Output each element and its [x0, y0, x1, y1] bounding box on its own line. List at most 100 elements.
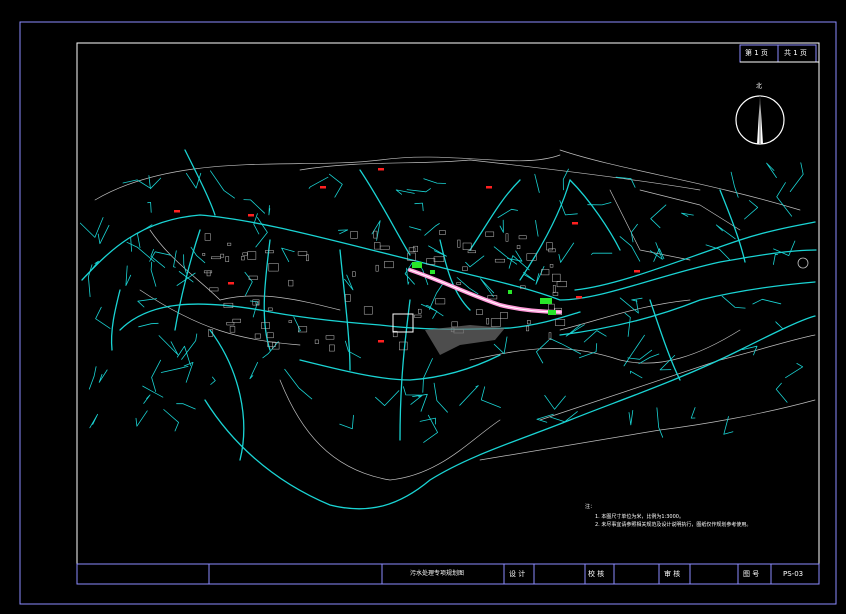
pipe-branch — [623, 334, 645, 367]
road-line — [469, 329, 741, 364]
building-outline — [516, 245, 521, 249]
pipe-line — [209, 329, 245, 461]
pipe-branch — [523, 271, 535, 281]
pipe-branch — [752, 298, 782, 305]
building-outline — [314, 339, 319, 344]
pipe-branch — [422, 358, 433, 393]
pipe-branch — [138, 322, 159, 328]
pipe-branch — [210, 170, 235, 199]
inner-frame — [76, 42, 820, 585]
zone-label-mark — [320, 186, 326, 189]
roundabout-marker — [797, 257, 809, 269]
pipe-branch — [534, 173, 540, 193]
zone-label-mark — [378, 168, 384, 171]
zone-label-mark — [576, 296, 582, 299]
building-outline — [490, 318, 501, 327]
north-label: 北 — [756, 83, 763, 90]
pipe-line — [439, 239, 471, 311]
pipe-branch — [137, 298, 158, 308]
building-outline — [486, 318, 490, 325]
pipe-branch — [433, 382, 448, 413]
pipe-branch — [345, 340, 361, 359]
building-outline — [220, 253, 225, 258]
pipe-branch — [535, 266, 545, 285]
plant-location-box — [392, 313, 414, 333]
facility-marker — [540, 298, 552, 304]
building-outline — [408, 247, 416, 252]
drawing-title: 污水处理专项规划图 — [410, 570, 465, 577]
pipe-branch — [142, 385, 164, 398]
building-outline — [211, 256, 221, 260]
building-outline — [352, 271, 356, 277]
pipe-branch — [480, 278, 495, 298]
pipe-line — [359, 169, 411, 256]
zone-label-mark — [378, 340, 384, 343]
pipe-branch — [785, 363, 804, 379]
building-outline — [467, 250, 476, 254]
pipe-branch — [98, 369, 108, 383]
building-outline — [555, 319, 566, 326]
pipe-branch — [406, 188, 431, 193]
pipe-branch — [508, 255, 530, 271]
treatment-plant-area — [425, 325, 505, 355]
pipe-branch — [344, 274, 354, 291]
pipe-branch — [293, 316, 301, 332]
pipe-branch — [375, 390, 400, 406]
building-outline — [556, 281, 567, 288]
zone-label-mark — [634, 270, 640, 273]
building-outline — [413, 245, 418, 252]
building-outline — [552, 285, 556, 293]
pipe-branch — [329, 173, 343, 198]
page-number-label: 第 1 页 — [745, 49, 768, 57]
pipe-branch — [163, 409, 179, 432]
building-outline — [227, 242, 232, 246]
pipe-line — [469, 179, 521, 251]
road-line — [219, 295, 341, 311]
pipe-line — [184, 149, 216, 216]
building-outline — [414, 314, 422, 318]
road-line — [299, 159, 701, 191]
pipe-line — [174, 229, 201, 331]
pipe-branch — [536, 339, 549, 364]
building-outline — [494, 258, 505, 263]
road-line — [609, 189, 691, 261]
building-outline — [399, 341, 408, 351]
building-outline — [518, 235, 527, 240]
map-area — [79, 149, 817, 510]
building-outline — [225, 256, 230, 262]
pipe-branch — [125, 265, 132, 286]
pipe-branch — [371, 220, 381, 241]
building-outline — [485, 231, 495, 237]
pipe-line — [559, 281, 816, 336]
road-line — [559, 149, 801, 211]
building-outline — [505, 233, 509, 242]
pipe-line — [110, 289, 121, 351]
building-outline — [526, 325, 530, 332]
pipe-branch — [499, 219, 504, 233]
designer-label: 设 计 — [509, 570, 526, 578]
pipe-branch — [150, 261, 157, 287]
pipe-branch — [690, 407, 696, 419]
pipe-branch — [428, 245, 447, 257]
building-outline — [241, 256, 245, 261]
pipe-branch — [423, 178, 447, 184]
pipe-branch — [544, 395, 566, 410]
pipe-branch — [395, 189, 415, 195]
building-outline — [345, 294, 351, 302]
pipe-branch — [147, 202, 152, 213]
pipe-line — [339, 249, 351, 371]
pipe-branch — [183, 362, 194, 383]
building-outline — [375, 264, 379, 272]
building-outline — [229, 326, 236, 333]
pipe-branch — [339, 414, 354, 430]
pipe-branch — [409, 226, 422, 231]
building-outline — [476, 309, 483, 315]
building-outline — [209, 287, 219, 292]
building-outline — [548, 303, 555, 311]
pipe-line — [574, 221, 816, 291]
pipe-branch — [249, 362, 258, 380]
building-outline — [384, 261, 394, 269]
pipe-branch — [465, 255, 485, 268]
building-outline — [487, 295, 498, 300]
pipe-branch — [424, 223, 440, 236]
